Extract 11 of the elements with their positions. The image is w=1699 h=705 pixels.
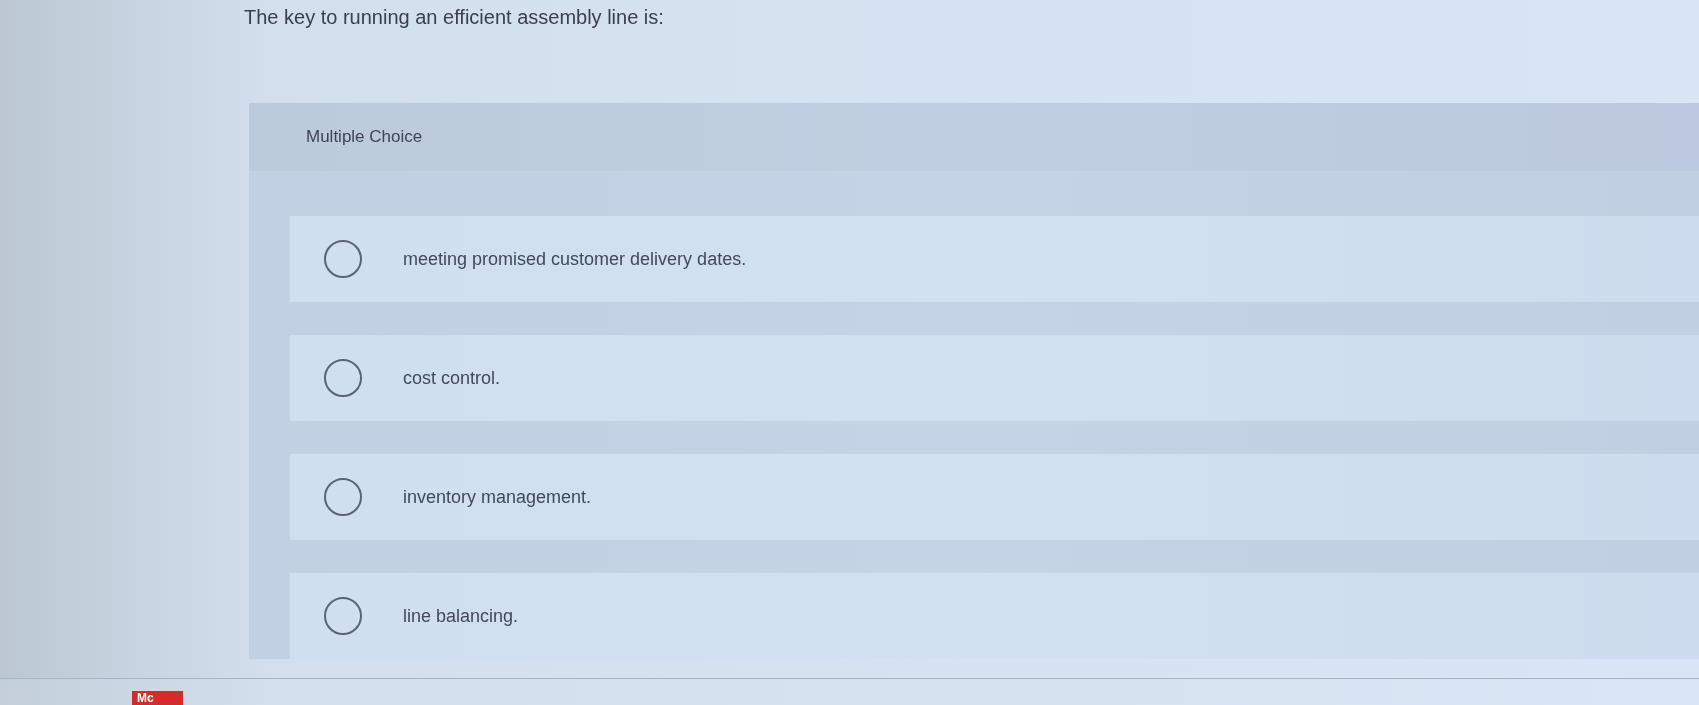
radio-button[interactable] [324,597,362,635]
answer-choice[interactable]: cost control. [290,335,1699,421]
question-type-label: Multiple Choice [306,127,423,147]
answer-choice[interactable]: line balancing. [290,573,1699,659]
brand-logo: Mc [132,691,183,705]
answer-choice[interactable]: meeting promised customer delivery dates. [290,216,1699,302]
question-text: The key to running an efficient assembly line is: [244,5,664,29]
radio-button[interactable] [324,478,362,516]
radio-button[interactable] [324,359,362,397]
answer-choice[interactable]: inventory management. [290,454,1699,540]
radio-button[interactable] [324,240,362,278]
